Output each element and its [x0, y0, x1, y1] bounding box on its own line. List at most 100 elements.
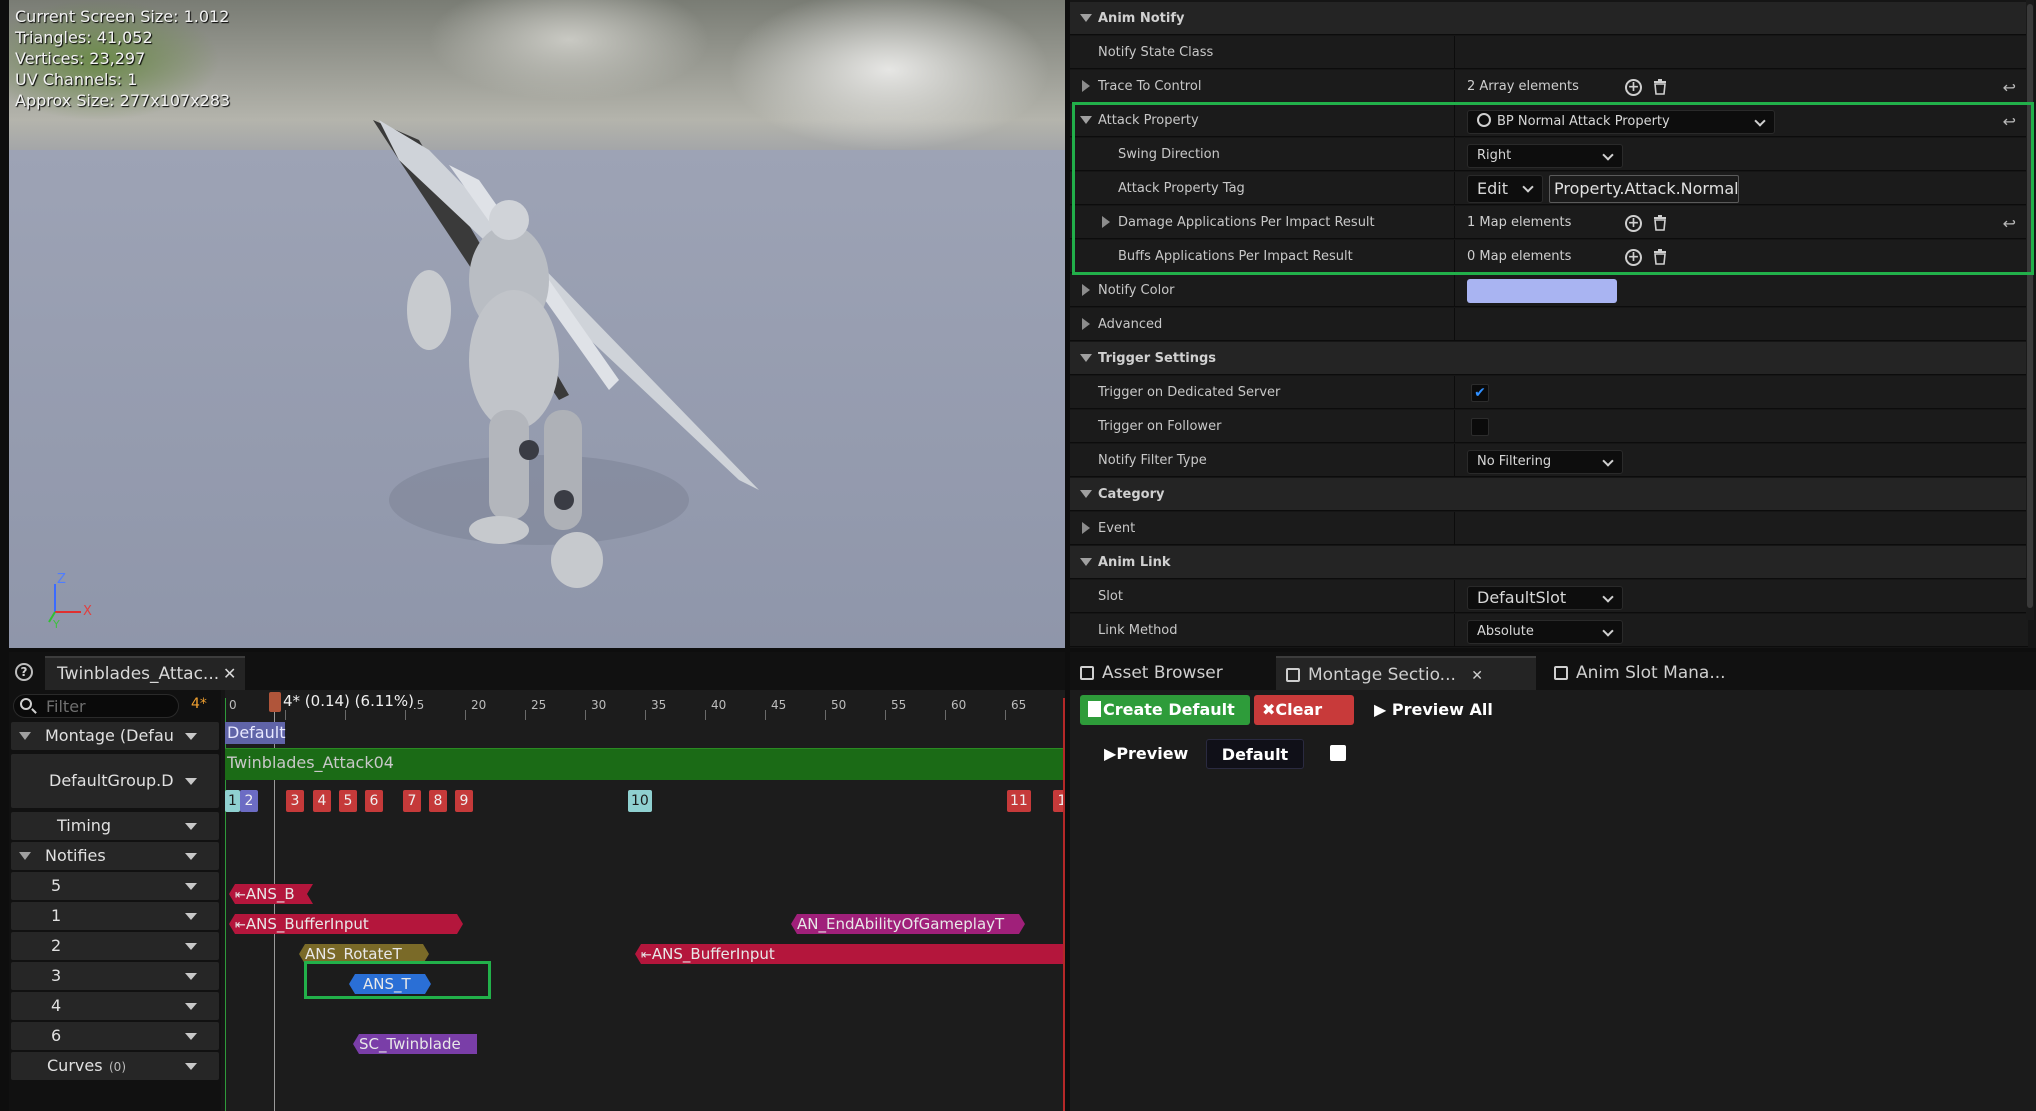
- collapse-arrow-icon[interactable]: [1080, 490, 1092, 498]
- add-element-icon[interactable]: +: [1625, 215, 1642, 232]
- tab-montage-sections[interactable]: Montage Sectio... ✕: [1276, 656, 1536, 690]
- track-default-group[interactable]: DefaultGroup.D: [11, 754, 219, 808]
- slot-combo[interactable]: DefaultSlot: [1467, 586, 1623, 610]
- montage-segment[interactable]: Twinblades_Attack04: [225, 748, 1065, 780]
- tab-asset-browser[interactable]: Asset Browser: [1080, 656, 1260, 690]
- swing-direction-combo[interactable]: Right: [1467, 144, 1623, 168]
- notify-track-row[interactable]: 6: [11, 1022, 219, 1050]
- timing-marker[interactable]: 9: [455, 790, 473, 812]
- character-model[interactable]: [359, 120, 819, 640]
- trash-icon[interactable]: [1653, 215, 1667, 231]
- reset-to-default-icon[interactable]: ↩: [2003, 112, 2016, 131]
- notify-ans-buffer-input-2[interactable]: ⇤ANS_BufferInput: [635, 944, 1065, 964]
- tag-value-box[interactable]: Property.Attack.Normal: [1549, 175, 1739, 203]
- category-category[interactable]: Category: [1070, 478, 2028, 511]
- track-dropdown-icon[interactable]: [185, 1033, 197, 1040]
- timing-marker[interactable]: 2: [240, 790, 258, 812]
- tab-anim-slot-manager[interactable]: Anim Slot Mana...: [1554, 656, 1754, 690]
- timing-marker[interactable]: 1: [225, 790, 240, 812]
- notify-an-end-ability[interactable]: AN_EndAbilityOfGameplayT: [791, 914, 1025, 934]
- add-element-icon[interactable]: +: [1625, 79, 1642, 96]
- attack-property-combo[interactable]: BP Normal Attack Property: [1467, 110, 1775, 134]
- link-method-combo[interactable]: Absolute: [1467, 620, 1623, 644]
- trash-icon[interactable]: [1653, 249, 1667, 265]
- timing-marker[interactable]: 3: [286, 790, 304, 812]
- add-element-icon[interactable]: +: [1625, 249, 1642, 266]
- collapse-arrow-icon[interactable]: [1080, 116, 1092, 124]
- track-dropdown-icon[interactable]: [185, 778, 197, 785]
- track-dropdown-icon[interactable]: [185, 823, 197, 830]
- dedicated-server-checkbox[interactable]: ✔: [1471, 384, 1489, 402]
- row-advanced[interactable]: Advanced: [1070, 308, 2028, 341]
- timing-marker[interactable]: 10: [628, 790, 652, 812]
- track-dropdown-icon[interactable]: [185, 943, 197, 950]
- notify-sc-twinblade[interactable]: SC_Twinblade: [353, 1034, 477, 1054]
- filter-box[interactable]: Filter: [13, 694, 179, 718]
- collapse-arrow-icon[interactable]: [1080, 14, 1092, 22]
- timing-marker[interactable]: 6: [365, 790, 383, 812]
- collapse-arrow-icon[interactable]: [1080, 354, 1092, 362]
- row-damage-applications[interactable]: Damage Applications Per Impact Result 1 …: [1070, 206, 2028, 239]
- track-dropdown-icon[interactable]: [185, 1063, 197, 1070]
- preview-button[interactable]: ▶Preview: [1096, 739, 1196, 769]
- expand-arrow-icon[interactable]: [1082, 522, 1090, 534]
- timing-marker[interactable]: 4: [313, 790, 331, 812]
- notify-track-row[interactable]: 3: [11, 962, 219, 990]
- expand-arrow-icon[interactable]: [1102, 216, 1110, 228]
- expand-arrow-icon[interactable]: [1082, 80, 1090, 92]
- timeline-area[interactable]: 0 5 10 15 20 25 30 35 40 45 50 55 60 65 …: [225, 690, 1065, 1111]
- track-dropdown-icon[interactable]: [185, 733, 197, 740]
- create-default-button[interactable]: Create Default: [1080, 695, 1250, 725]
- section-default[interactable]: Default: [225, 722, 285, 744]
- notify-track-row[interactable]: 2: [11, 932, 219, 960]
- expand-arrow-icon[interactable]: [1082, 284, 1090, 296]
- playhead-handle[interactable]: [269, 692, 281, 712]
- details-scrollbar[interactable]: [2026, 0, 2034, 620]
- reset-to-default-icon[interactable]: ↩: [2003, 78, 2016, 97]
- track-montage[interactable]: Montage (Defau: [11, 722, 219, 750]
- close-icon[interactable]: ✕: [1471, 668, 1483, 684]
- track-dropdown-icon[interactable]: [185, 913, 197, 920]
- trash-icon[interactable]: [1653, 79, 1667, 95]
- notify-ans-b[interactable]: ⇤ANS_B: [229, 884, 313, 904]
- row-event[interactable]: Event: [1070, 512, 2028, 545]
- track-notifies[interactable]: Notifies: [11, 842, 219, 870]
- collapse-arrow-icon[interactable]: [1080, 558, 1092, 566]
- track-curves[interactable]: Curves (0): [11, 1052, 219, 1080]
- row-notify-color[interactable]: Notify Color: [1070, 274, 2028, 307]
- row-attack-property[interactable]: Attack Property BP Normal Attack Propert…: [1070, 104, 2028, 137]
- viewport-3d[interactable]: Current Screen Size: 1.012 Triangles: 41…: [9, 0, 1065, 648]
- row-trace-to-control[interactable]: Trace To Control 2 Array elements + ↩: [1070, 70, 2028, 103]
- track-dropdown-icon[interactable]: [185, 973, 197, 980]
- edit-tag-button[interactable]: Edit: [1467, 175, 1543, 203]
- notify-track-row[interactable]: 5: [11, 872, 219, 900]
- category-trigger-settings[interactable]: Trigger Settings: [1070, 342, 2028, 375]
- notify-filter-combo[interactable]: No Filtering: [1467, 450, 1623, 474]
- collapse-arrow-icon[interactable]: [19, 852, 31, 860]
- notify-track-row[interactable]: 1: [11, 902, 219, 930]
- clear-button[interactable]: ✖Clear: [1254, 695, 1354, 725]
- default-section-button[interactable]: Default: [1206, 739, 1304, 769]
- category-anim-link[interactable]: Anim Link: [1070, 546, 2028, 579]
- section-checkbox[interactable]: [1330, 745, 1346, 761]
- track-dropdown-icon[interactable]: [185, 1003, 197, 1010]
- timing-marker[interactable]: 7: [403, 790, 421, 812]
- category-anim-notify[interactable]: Anim Notify: [1070, 2, 2028, 35]
- timing-marker[interactable]: 11: [1007, 790, 1031, 812]
- collapse-arrow-icon[interactable]: [19, 732, 31, 740]
- notify-track-row[interactable]: 4: [11, 992, 219, 1020]
- reset-to-default-icon[interactable]: ↩: [2003, 214, 2016, 233]
- close-icon[interactable]: ✕: [223, 664, 236, 683]
- track-dropdown-icon[interactable]: [185, 883, 197, 890]
- timing-marker[interactable]: 5: [339, 790, 357, 812]
- follower-checkbox[interactable]: [1471, 418, 1489, 436]
- notify-ans-buffer-input[interactable]: ⇤ANS_BufferInput: [229, 914, 463, 934]
- color-swatch[interactable]: [1467, 279, 1617, 303]
- track-timing[interactable]: Timing: [11, 812, 219, 840]
- help-icon[interactable]: ?: [15, 663, 33, 681]
- tab-twinblades-attack[interactable]: Twinblades_Attac... ✕: [45, 656, 245, 690]
- timing-marker[interactable]: 8: [429, 790, 447, 812]
- expand-arrow-icon[interactable]: [1082, 318, 1090, 330]
- preview-all-button[interactable]: ▶ Preview All: [1366, 695, 1496, 725]
- track-dropdown-icon[interactable]: [185, 853, 197, 860]
